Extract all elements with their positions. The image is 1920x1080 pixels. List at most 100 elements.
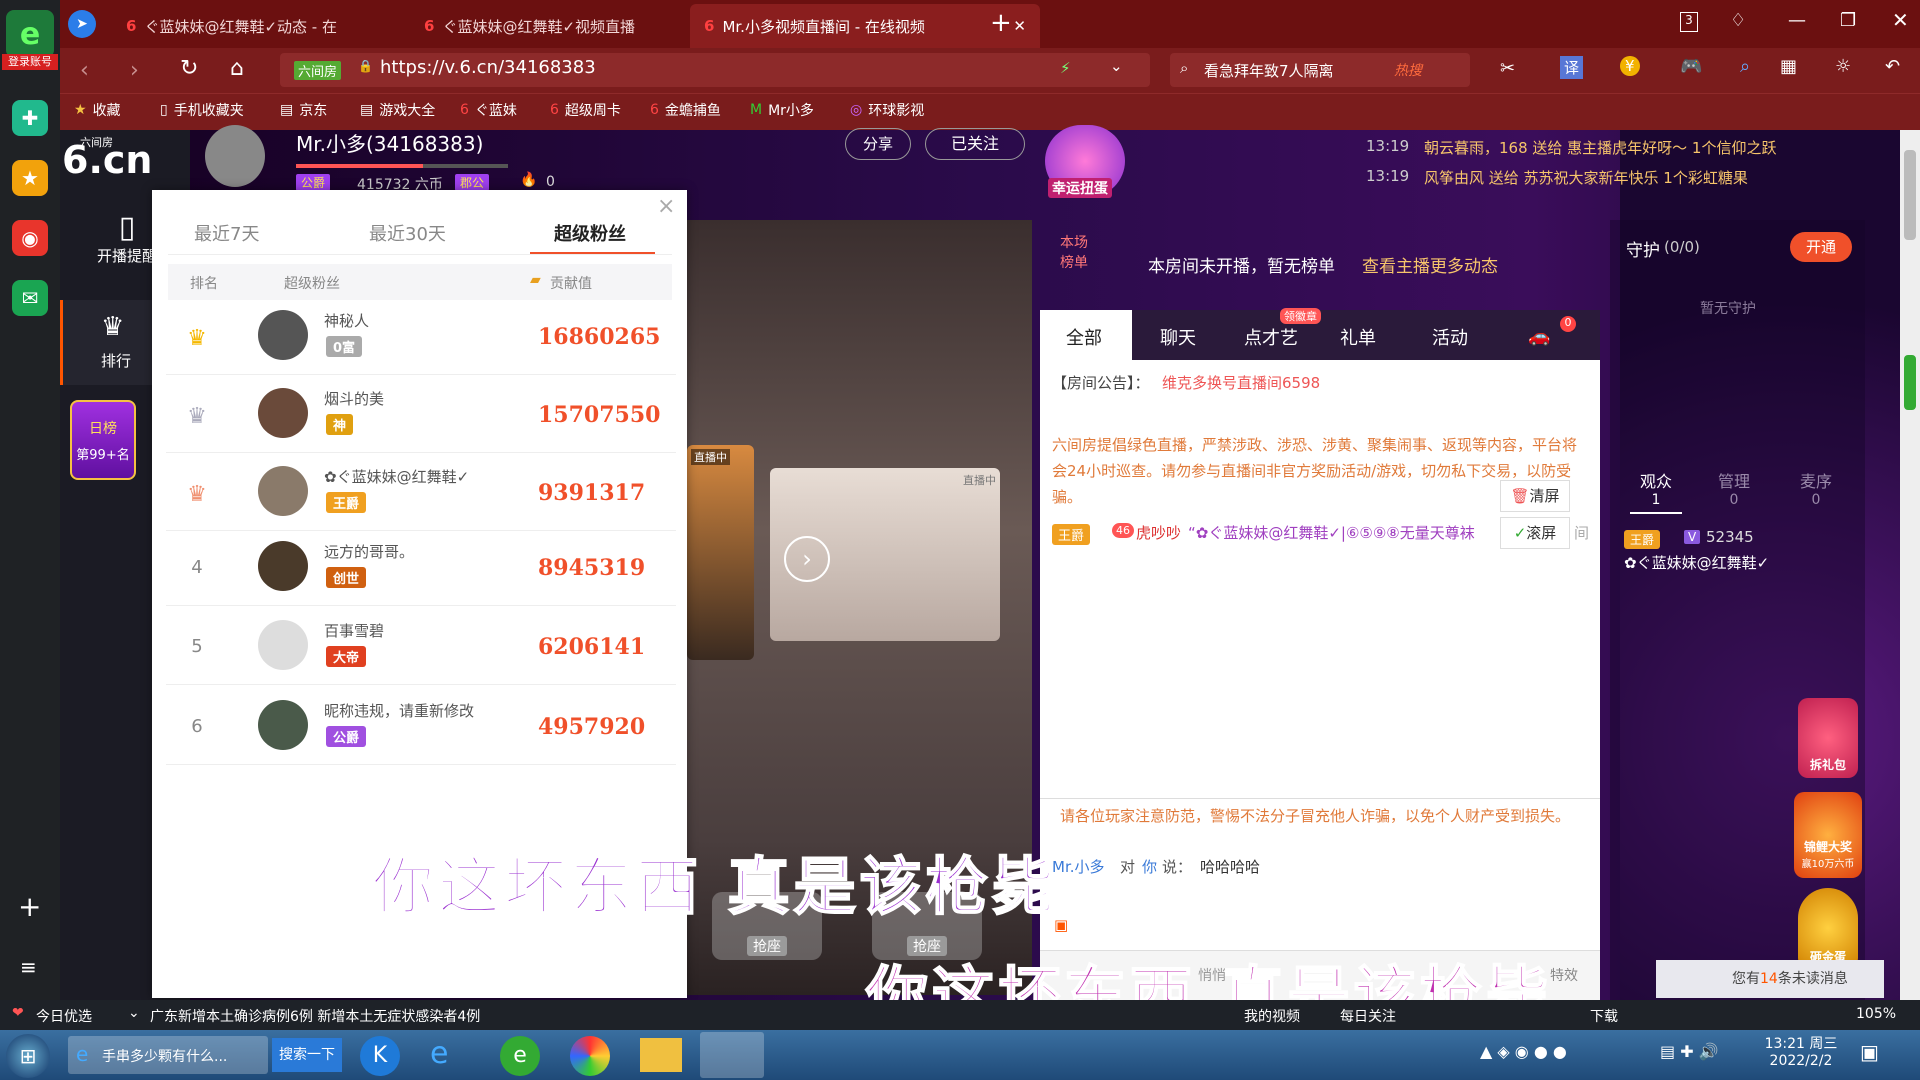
avatar[interactable] xyxy=(258,700,308,750)
close-popup-button[interactable]: × xyxy=(657,194,675,219)
tab-viewers[interactable]: 观众 1 xyxy=(1636,468,1676,508)
table-row[interactable]: 4 远方的哥哥。 创世 8945319 xyxy=(166,531,676,606)
anchor-avatar[interactable] xyxy=(205,125,265,187)
tab-7days[interactable]: 最近7天 xyxy=(194,220,259,246)
open-guard-button[interactable]: 开通 xyxy=(1790,232,1852,262)
login-label[interactable]: 登录账号 xyxy=(2,54,58,70)
tab-mic[interactable]: 麦序 0 xyxy=(1796,468,1836,508)
effects-toggle[interactable]: 特效 xyxy=(1550,965,1578,985)
next-icon[interactable]: › xyxy=(784,536,830,582)
ie-task[interactable]: e 手串多少颗有什么... xyxy=(68,1036,268,1074)
fav-item-lanmei[interactable]: 6 ぐ蓝妹 xyxy=(460,100,517,120)
tab-superfans[interactable]: 超级粉丝 xyxy=(554,220,626,246)
fav-item-mobile[interactable]: ▯ 手机收藏夹 xyxy=(160,100,244,120)
live-thumb-1[interactable]: 直播中 xyxy=(687,445,754,660)
fav-item-fishing[interactable]: 6 金蟾捕鱼 xyxy=(650,100,721,120)
avatar[interactable] xyxy=(258,388,308,438)
gold-egg[interactable]: 砸金蛋 xyxy=(1798,888,1858,968)
my-video[interactable]: 我的视频 xyxy=(1244,1006,1300,1026)
rankboard-more[interactable]: 查看主播更多动态 xyxy=(1362,252,1498,277)
star-icon[interactable]: ★ xyxy=(12,160,48,196)
browser-logo-icon[interactable]: e xyxy=(6,10,54,58)
fav-item-mrxiaoduo[interactable]: M Mr小多 xyxy=(750,100,814,120)
dropdown-icon[interactable]: ⌄ xyxy=(1110,57,1123,75)
rankboard-label[interactable]: 本场榜单 xyxy=(1060,232,1100,272)
live-thumb-2[interactable]: 直播中 › xyxy=(770,468,1000,641)
avatar[interactable] xyxy=(258,541,308,591)
tab-events[interactable]: 活动 xyxy=(1432,324,1468,350)
today-picks[interactable]: 今日优选 xyxy=(36,1006,92,1026)
table-row[interactable]: 5 百事雪碧 大帝 6206141 xyxy=(166,610,676,685)
coin-icon[interactable]: ¥ xyxy=(1620,56,1640,76)
unread-notice[interactable]: 您有14条未读消息 xyxy=(1656,960,1884,998)
mail-icon[interactable]: ✉ xyxy=(12,280,48,316)
lightning-icon[interactable]: ⚡ xyxy=(1060,59,1071,77)
table-row[interactable]: ♛ ✿ぐ蓝妹妹@红舞鞋✓ 王爵 9391317 xyxy=(166,456,676,531)
network-icon[interactable]: ▤ ✚ 🔊 xyxy=(1660,1042,1719,1061)
avatar[interactable] xyxy=(258,466,308,516)
new-tab-button[interactable]: + xyxy=(990,8,1012,38)
close-window-icon[interactable]: ✕ xyxy=(1892,8,1909,32)
download[interactable]: 下载 xyxy=(1590,1006,1618,1026)
site-logo[interactable]: 6.cn xyxy=(62,138,152,182)
plugin-icon[interactable]: ✚ xyxy=(12,100,48,136)
scroll-thumb[interactable] xyxy=(1904,150,1916,240)
lucky-egg-label[interactable]: 幸运扭蛋 xyxy=(1048,178,1112,198)
tab-1[interactable]: 6 ぐ蓝妹妹@红舞鞋✓动态 - 在 xyxy=(112,4,452,48)
shirt-icon[interactable]: ♢ xyxy=(1730,10,1746,31)
follow-button[interactable]: 已关注 xyxy=(925,128,1025,160)
chrome-icon[interactable] xyxy=(570,1036,610,1076)
fav-item-movies[interactable]: ◎ 环球影视 xyxy=(850,100,924,120)
ie-app-icon[interactable]: e xyxy=(430,1036,448,1071)
news-ticker[interactable]: 广东新增本土确诊病例6例 新增本土无症状感染者4例 xyxy=(150,1006,480,1026)
page-scrollbar[interactable] xyxy=(1900,130,1920,1000)
msg-user[interactable]: 虎吵吵 xyxy=(1136,522,1181,543)
fav-item-weekcard[interactable]: 6 超级周卡 xyxy=(550,100,621,120)
start-button[interactable]: ⊞ xyxy=(6,1034,50,1078)
translate-icon[interactable]: 译 xyxy=(1560,56,1584,79)
tab-gifts[interactable]: 礼单 xyxy=(1340,324,1376,350)
daily-rank-badge[interactable]: 日榜 第99+名 xyxy=(70,400,136,480)
scissors-icon[interactable]: ✂ xyxy=(1500,58,1515,79)
url-field[interactable]: 六间房 🔒 https://v.6.cn/34168383 ⚡ ⌄ xyxy=(280,53,1150,87)
folder-icon[interactable] xyxy=(640,1038,682,1072)
table-row[interactable]: ♛ 神秘人 0富 16860265 xyxy=(166,300,676,375)
avatar[interactable] xyxy=(258,310,308,360)
close-tab-icon[interactable]: ✕ xyxy=(1013,17,1026,35)
koi-prize[interactable]: 锦鲤大奖 赢10万六币 xyxy=(1794,792,1862,878)
tab-30days[interactable]: 最近30天 xyxy=(369,220,446,246)
share-button[interactable]: 分享 xyxy=(845,128,911,160)
tab-count-badge[interactable]: 3 xyxy=(1680,12,1698,32)
undo-icon[interactable]: ↶ xyxy=(1885,56,1900,77)
forward-icon[interactable]: › xyxy=(130,58,139,83)
search-button[interactable]: 搜索一下 xyxy=(272,1038,342,1072)
fav-item-jd[interactable]: ▤ 京东 xyxy=(280,100,327,120)
tray-icons[interactable]: ▲ ◈ ◉ ● ● xyxy=(1480,1042,1567,1061)
k-app-icon[interactable]: K xyxy=(360,1036,400,1076)
tab-3-active[interactable]: 6 Mr.小多视频直播间 - 在线视频 ✕ xyxy=(690,4,1040,48)
tab-admins[interactable]: 管理 0 xyxy=(1714,468,1754,508)
minimize-icon[interactable]: — xyxy=(1788,10,1806,31)
menu-icon[interactable]: ≡ xyxy=(20,955,37,979)
tab-all[interactable]: 全部 xyxy=(1066,324,1102,350)
table-row[interactable]: ♛ 烟斗的美 神 15707550 xyxy=(166,378,676,453)
scroll-lock-button[interactable]: ✓滚屏 xyxy=(1500,517,1570,549)
car-icon[interactable]: 🚗 xyxy=(1528,326,1550,347)
gamepad-icon[interactable]: 🎮 xyxy=(1680,56,1702,77)
gift-pack[interactable]: 拆礼包 xyxy=(1798,698,1858,778)
grid-icon[interactable]: ▦ xyxy=(1780,56,1797,77)
add-icon[interactable]: + xyxy=(18,890,41,923)
navigate-icon[interactable]: ➤ xyxy=(68,10,96,38)
brightness-icon[interactable]: ☼ xyxy=(1835,56,1851,77)
maximize-icon[interactable]: ❐ xyxy=(1840,10,1856,31)
refresh-icon[interactable]: ↻ xyxy=(180,56,198,81)
clock[interactable]: 13:21 周三 2022/2/2 xyxy=(1756,1033,1846,1069)
fav-item-games[interactable]: ▤ 游戏大全 xyxy=(360,100,435,120)
viewer-name[interactable]: ✿ぐ蓝妹妹@红舞鞋✓ xyxy=(1624,552,1769,573)
avatar[interactable] xyxy=(258,620,308,670)
magnifier-icon[interactable]: ⌕ xyxy=(1740,56,1750,77)
qq-app-icon[interactable] xyxy=(700,1032,764,1078)
daily-follow[interactable]: 每日关注 xyxy=(1340,1006,1396,1026)
home-icon[interactable]: ⌂ xyxy=(230,56,244,81)
tab-chat[interactable]: 聊天 xyxy=(1160,324,1196,350)
